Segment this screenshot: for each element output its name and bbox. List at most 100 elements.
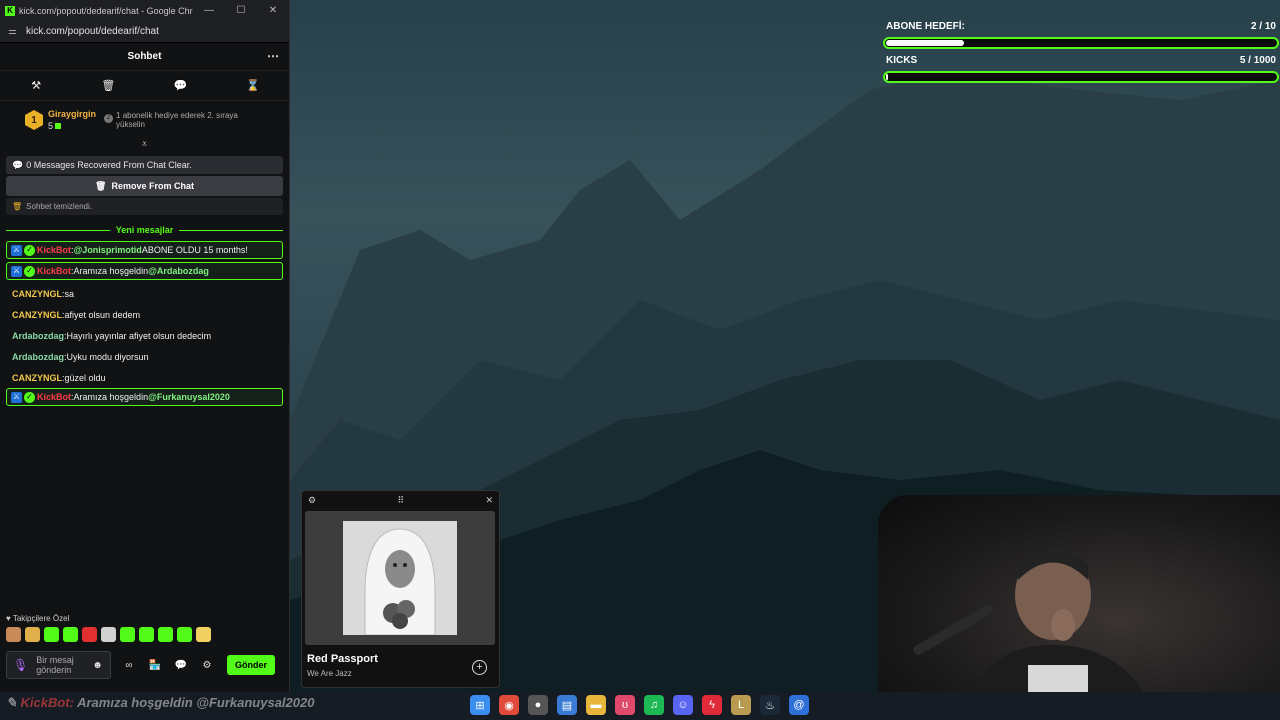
emote-icon[interactable] <box>44 627 59 642</box>
chat-message: ⚔ ✓ KickBot: Aramıza hoşgeldin @Furkanuysa… <box>6 388 283 406</box>
chrome-icon[interactable]: ◉ <box>499 695 519 715</box>
emote-icon[interactable] <box>158 627 173 642</box>
taskbar-icons: ⊞ ◉ ● ▤ ▬ ʊ ♫ ☺ ϟ L ♨ @ <box>470 695 809 715</box>
site-info-icon[interactable]: ⚌ <box>8 26 20 37</box>
steam-icon[interactable]: ♨ <box>760 695 780 715</box>
mod-toolbar: ⚒ 🗑 💬 ⌛ <box>0 71 289 101</box>
chat-username[interactable]: Ardabozdag <box>12 351 64 363</box>
address-bar[interactable]: ⚌ kick.com/popout/dedearif/chat <box>0 21 289 43</box>
chat-message: CANZYNGL: afiyet olsun dedem <box>12 309 141 321</box>
slow-mode-icon[interactable]: ⌛ <box>233 79 273 92</box>
emote-icon[interactable] <box>25 627 40 642</box>
league-icon[interactable]: L <box>731 695 751 715</box>
leaderboard-info: 2 1 abonelik hediye ederek 2. sıraya yük… <box>104 111 254 129</box>
chat-mention[interactable]: @Ardabozdag <box>148 265 209 277</box>
emote-icon[interactable] <box>101 627 116 642</box>
moderator-badge-icon: ⚔ <box>11 391 22 403</box>
emote-icon[interactable] <box>139 627 154 642</box>
emote-section: ♥ Takipçilere Özel <box>6 614 286 642</box>
add-track-button[interactable]: + <box>472 660 487 675</box>
webcam-person <box>913 550 1158 720</box>
maximize-button[interactable]: ☐ <box>225 5 257 16</box>
chat-message: ⚔ ✓ KickBot: Aramıza hoşgeldin @Ardabozdag <box>6 262 283 280</box>
verified-badge-icon: ✓ <box>24 265 35 277</box>
store-icon[interactable]: ▤ <box>557 695 577 715</box>
clear-chat-icon[interactable]: 🗑 <box>88 79 128 92</box>
infinity-icon[interactable]: ∞ <box>121 660 137 671</box>
spotify-icon[interactable]: ♫ <box>644 695 664 715</box>
kicks-progress-bar <box>883 71 1279 83</box>
trash-icon: 🗑 <box>12 202 23 211</box>
widget-settings-icon[interactable]: ⚙ <box>308 495 316 506</box>
verified-badge-icon: ✓ <box>24 244 35 256</box>
close-widget-icon[interactable]: ✕ <box>485 495 493 506</box>
chat-username[interactable]: Ardabozdag <box>12 330 64 342</box>
chat-username[interactable]: KickBot <box>37 265 71 277</box>
file-explorer-icon[interactable]: ▬ <box>586 695 606 715</box>
chat-text: sa <box>64 288 75 299</box>
leaderboard-user[interactable]: Giraygirgin 5 <box>48 109 96 131</box>
app-icon[interactable]: ʊ <box>615 695 635 715</box>
collapse-icon[interactable]: ⩡ <box>0 139 289 153</box>
ticker-user: KickBot: <box>20 695 74 710</box>
chat-username[interactable]: KickBot <box>37 391 71 403</box>
minimize-button[interactable]: — <box>193 5 225 16</box>
send-button[interactable]: Gönder <box>227 655 275 675</box>
album-cover <box>343 521 457 635</box>
chat-message: ⚔ ✓ KickBot: @Jonisprimotid ABONE OLDU 15 m… <box>6 241 283 259</box>
kicks-progress-fill <box>886 74 889 80</box>
ban-hammer-icon[interactable]: ⚒ <box>16 79 56 92</box>
recovered-messages-notice: 💬 0 Messages Recovered From Chat Clear. <box>6 156 283 174</box>
flash-icon[interactable]: ϟ <box>702 695 722 715</box>
chat-username[interactable]: KickBot <box>37 244 71 256</box>
chat-text: Aramıza hoşgeldin <box>73 266 149 276</box>
subs-goal-value: 2 / 10 <box>1250 21 1276 32</box>
subs-progress-bar <box>883 37 1279 49</box>
chat-bubble-icon: 💬 <box>12 159 24 170</box>
window-titlebar: K kick.com/popout/dedearif/chat - Google… <box>0 0 289 21</box>
chat-text: ABONE OLDU 15 months! <box>141 245 248 255</box>
chat-mention[interactable]: @Jonisprimotid <box>74 244 142 256</box>
chat-mode-icon[interactable]: 💬 <box>161 79 201 92</box>
kick-logo-icon: K <box>5 5 15 16</box>
chat-header: Sohbet ⋯ <box>0 43 289 71</box>
chat-icon[interactable]: 💬 <box>173 660 189 671</box>
chat-cleared-notice: 🗑 Sohbet temizlendi. <box>6 198 283 215</box>
remove-from-chat-button[interactable]: 🗑 Remove From Chat <box>6 176 283 196</box>
chat-username[interactable]: CANZYNGL <box>12 309 62 321</box>
emote-icon[interactable] <box>177 627 192 642</box>
emote-icon[interactable] <box>196 627 211 642</box>
track-title: Red Passport <box>307 653 378 665</box>
ticker-text: Aramıza hoşgeldin @Furkanuysal2020 <box>73 695 315 710</box>
settings-icon[interactable]: ⚙ <box>199 660 215 671</box>
more-options-icon[interactable]: ⋯ <box>267 49 279 63</box>
chat-username[interactable]: CANZYNGL <box>12 288 62 300</box>
gift-leaderboard: 1 Giraygirgin 5 2 1 abonelik hediye eder… <box>0 101 289 139</box>
emote-icon[interactable] <box>82 627 97 642</box>
discord-icon[interactable]: ☺ <box>673 695 693 715</box>
obs-icon[interactable]: ● <box>528 695 548 715</box>
chat-input-row: 🎙 Bir mesaj gönderin ☻ ∞ 🏪 💬 ⚙ Gönder <box>6 650 286 680</box>
emote-icon[interactable] <box>63 627 78 642</box>
drag-handle-icon[interactable]: ⠿ <box>397 495 404 506</box>
leaderboard-username: Giraygirgin <box>48 109 97 119</box>
close-window-button[interactable]: ✕ <box>257 5 289 16</box>
chat-username[interactable]: CANZYNGL <box>12 372 62 384</box>
store-icon[interactable]: 🏪 <box>147 660 163 671</box>
chat-input[interactable]: 🎙 Bir mesaj gönderin ☻ <box>6 651 111 679</box>
chat-mention[interactable]: @Furkanuysal2020 <box>148 391 230 403</box>
input-placeholder: Bir mesaj gönderin <box>36 655 74 675</box>
microphone-icon[interactable]: 🎙 <box>13 658 28 672</box>
rank-badge: 1 <box>25 110 43 130</box>
url-text: kick.com/popout/dedearif/chat <box>26 26 159 37</box>
album-cover-image <box>343 521 457 635</box>
emote-icon[interactable] <box>6 627 21 642</box>
kicks-goal: KICKS 5 / 1000 <box>883 55 1279 83</box>
emoji-icon[interactable]: ☻ <box>92 660 103 671</box>
mail-icon[interactable]: @ <box>789 695 809 715</box>
chat-text: Uyku modu diyorsun <box>66 351 149 362</box>
remove-button-label: Remove From Chat <box>111 181 194 191</box>
windows-start-icon[interactable]: ⊞ <box>470 695 490 715</box>
followers-only-label: ♥ Takipçilere Özel <box>6 614 70 623</box>
emote-icon[interactable] <box>120 627 135 642</box>
